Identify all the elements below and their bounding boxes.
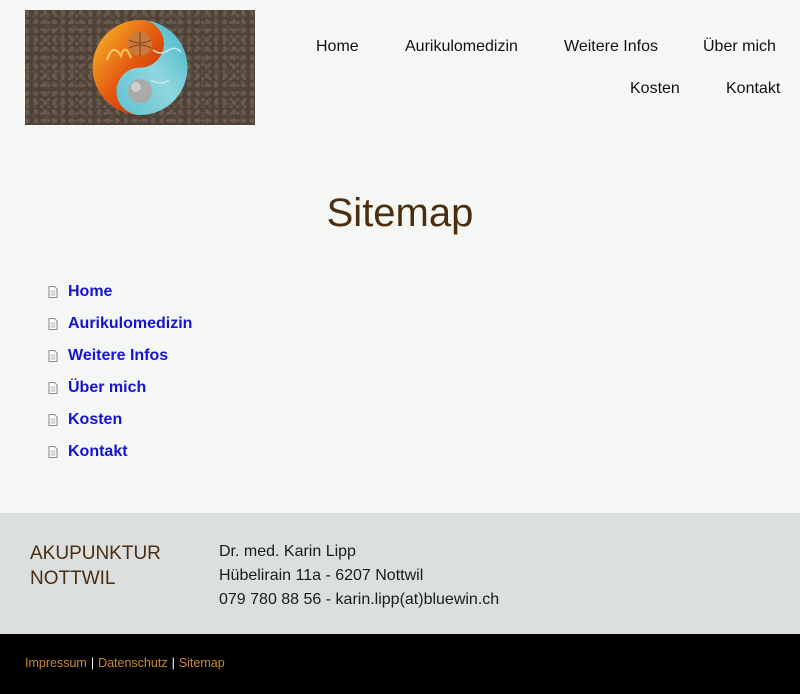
sitemap-item: Aurikulomedizin bbox=[48, 308, 192, 340]
nav-aurikulomedizin[interactable]: Aurikulomedizin bbox=[405, 37, 518, 57]
sitemap-item: Weitere Infos bbox=[48, 340, 192, 372]
sitemap-link-weitere-infos[interactable]: Weitere Infos bbox=[68, 347, 168, 365]
legal-links: Impressum | Datenschutz | Sitemap bbox=[25, 656, 225, 670]
nav-home[interactable]: Home bbox=[316, 37, 359, 57]
sitemap-link-kosten[interactable]: Kosten bbox=[68, 411, 122, 429]
brand-line-1: AKUPUNKTUR bbox=[30, 543, 161, 564]
contact-name: Dr. med. Karin Lipp bbox=[219, 543, 356, 560]
sitemap-link-home[interactable]: Home bbox=[68, 283, 112, 301]
sitemap-link-aurikulomedizin[interactable]: Aurikulomedizin bbox=[68, 315, 192, 333]
document-icon bbox=[48, 382, 58, 394]
contact-phone-email: 079 780 88 56 - karin.lipp(at)bluewin.ch bbox=[219, 591, 500, 608]
separator: | bbox=[171, 656, 175, 670]
separator: | bbox=[90, 656, 95, 670]
brand-line-2: NOTTWIL bbox=[30, 568, 116, 589]
site-header: Home Aurikulomedizin Weitere Infos Über … bbox=[0, 0, 800, 140]
nav-kontakt[interactable]: Kontakt bbox=[726, 79, 780, 99]
contact-address: Hübelirain 11a - 6207 Nottwil bbox=[219, 567, 424, 584]
footer-contact: Dr. med. Karin Lipp Hübelirain 11a - 620… bbox=[219, 540, 499, 612]
nav-kosten[interactable]: Kosten bbox=[630, 79, 680, 99]
sitemap-list: Home Aurikulomedizin Weitere Infos Über … bbox=[48, 276, 192, 468]
document-icon bbox=[48, 318, 58, 330]
document-icon bbox=[48, 414, 58, 426]
site-logo[interactable] bbox=[25, 10, 255, 125]
footer-brand: AKUPUNKTUR NOTTWIL bbox=[30, 541, 161, 591]
nav-weitere-infos[interactable]: Weitere Infos bbox=[564, 37, 658, 57]
footer-info: AKUPUNKTUR NOTTWIL Dr. med. Karin Lipp H… bbox=[0, 513, 800, 634]
sitemap-item: Home bbox=[48, 276, 192, 308]
nav-ueber-mich[interactable]: Über mich bbox=[703, 37, 776, 57]
impressum-link[interactable]: Impressum bbox=[25, 656, 87, 670]
sitemap-footer-link[interactable]: Sitemap bbox=[179, 656, 225, 670]
yin-yang-icon bbox=[92, 20, 188, 115]
document-icon bbox=[48, 286, 58, 298]
sitemap-link-ueber-mich[interactable]: Über mich bbox=[68, 379, 146, 397]
footer-legal-bar: Impressum | Datenschutz | Sitemap bbox=[0, 634, 800, 694]
sitemap-item: Kosten bbox=[48, 404, 192, 436]
sitemap-item: Kontakt bbox=[48, 436, 192, 468]
document-icon bbox=[48, 446, 58, 458]
sitemap-item: Über mich bbox=[48, 372, 192, 404]
datenschutz-link[interactable]: Datenschutz bbox=[98, 656, 167, 670]
document-icon bbox=[48, 350, 58, 362]
sitemap-link-kontakt[interactable]: Kontakt bbox=[68, 443, 128, 461]
page-title: Sitemap bbox=[326, 191, 474, 235]
